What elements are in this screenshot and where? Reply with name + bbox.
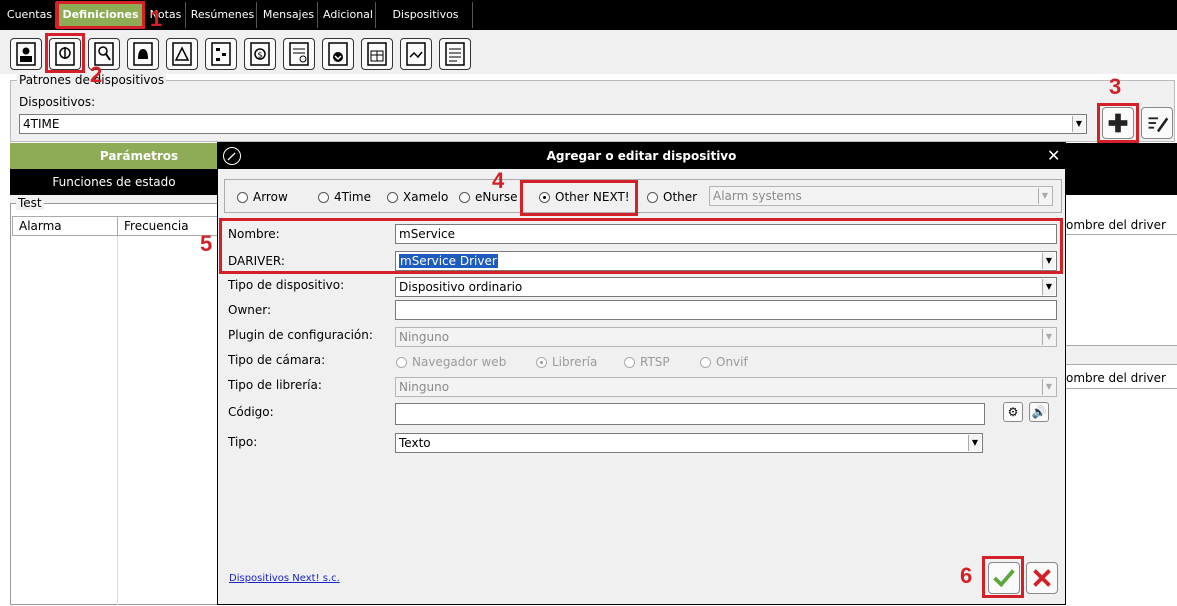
plugin-select[interactable]: Ninguno ▼ [395,327,1057,347]
col-driver-name-2[interactable]: ombre del driver [1066,371,1166,385]
tipo-label: Tipo: [228,435,258,449]
chevron-down-icon: ▼ [1038,188,1051,204]
tab-cuentas[interactable]: Cuentas [4,2,56,28]
zone-icon[interactable] [166,38,198,70]
chevron-down-icon: ▼ [1042,379,1055,395]
grid-line [1064,388,1177,389]
annotation-6: 6 [960,563,973,588]
devices-select[interactable]: 4TIME ▼ [19,114,1087,134]
report-icon[interactable] [283,38,315,70]
edit-device-button[interactable] [1141,107,1173,139]
divider [1064,345,1177,365]
libreria-label: Tipo de librería: [228,378,322,392]
camara-label: Tipo de cámara: [228,353,326,367]
grid-line [117,236,118,606]
test-group-title: Test [16,196,44,210]
annotation-box-4 [520,180,638,216]
annotation-1: 1 [150,6,163,31]
footer-link[interactable]: Dispositivos Next! s.c. [229,573,340,584]
edit-icon [1148,117,1169,133]
right-panel-header [1064,143,1177,195]
owner-label: Owner: [228,303,272,317]
annotation-box-1 [56,1,145,29]
map-icon[interactable] [400,38,432,70]
radio-arrow[interactable]: Arrow [237,190,288,204]
radio-other[interactable]: Other [647,190,697,204]
devices-label: Dispositivos: [19,95,96,109]
chevron-down-icon: ▼ [968,435,981,451]
calculator-icon[interactable] [361,38,393,70]
annotation-box-6 [982,556,1024,598]
test-grid: Alarma Frecuencia [10,203,219,606]
close-icon[interactable]: ✕ [1047,146,1060,165]
tipo-dispositivo-label: Tipo de dispositivo: [228,278,345,292]
annotation-box-5 [219,218,1063,274]
download-icon[interactable] [322,38,354,70]
svg-text:$: $ [258,51,263,60]
grid-line [1064,234,1177,235]
tab-resumenes[interactable]: Resúmenes [189,2,257,28]
annotation-box-3 [1097,103,1139,143]
radio-libreria[interactable]: Librería [536,355,597,369]
contacts-icon[interactable] [10,38,42,70]
tab-adicional[interactable]: Adicional [321,2,376,28]
tipo-dispositivo-select[interactable]: Dispositivo ordinario ▼ [395,277,1057,297]
speaker-icon[interactable]: 🔊 [1029,402,1049,422]
tab-mensajes[interactable]: Mensajes [260,2,318,28]
billing-icon[interactable]: $ [244,38,276,70]
dialog-title: Agregar o editar dispositivo [218,143,1065,169]
tipo-select[interactable]: Texto ▼ [395,433,983,453]
funciones-estado-tab[interactable]: Funciones de estado [10,169,218,195]
device-type-radios: Arrow 4Time Xamelo eNurse Other NEXT! Ot… [224,179,1062,213]
chevron-down-icon: ▼ [1072,116,1085,132]
annotation-5: 5 [200,231,213,256]
libreria-select[interactable]: Ninguno ▼ [395,377,1057,397]
gear-icon[interactable]: ⚙ [1003,402,1023,422]
cancel-button[interactable] [1026,562,1058,594]
radio-navegador-web[interactable]: Navegador web [396,355,506,369]
radio-rtsp[interactable]: RTSP [624,355,670,369]
schedule-icon[interactable] [205,38,237,70]
close-icon [1033,569,1051,587]
other-type-select[interactable]: Alarm systems ▼ [709,186,1053,206]
annotation-3: 3 [1109,74,1122,99]
annotation-box-2 [45,33,85,73]
radio-enurse[interactable]: eNurse [459,190,518,204]
radio-xamelo[interactable]: Xamelo [387,190,448,204]
col-alarma[interactable]: Alarma [12,216,118,236]
radio-4time[interactable]: 4Time [318,190,371,204]
annotation-4: 4 [492,168,505,193]
chevron-down-icon: ▼ [1042,279,1055,295]
codigo-input[interactable] [395,403,985,425]
pen-icon [223,147,241,165]
document-icon[interactable] [439,38,471,70]
annotation-2: 2 [90,62,103,87]
col-driver-name[interactable]: ombre del driver [1066,218,1166,232]
codigo-label: Código: [228,405,274,419]
plugin-label: Plugin de configuración: [228,328,373,342]
main-tab-bar: Cuentas Definiciones Notas Resúmenes Men… [0,0,1177,47]
devices-select-value: 4TIME [23,117,60,131]
owner-input[interactable] [395,300,1057,320]
right-grid [1064,210,1177,605]
chevron-down-icon: ▼ [1042,329,1055,345]
tab-dispositivos-next[interactable]: Dispositivos Next [379,2,473,47]
alarm-bell-icon[interactable] [127,38,159,70]
radio-onvif[interactable]: Onvif [700,355,748,369]
device-dialog: Agregar o editar dispositivo ✕ Arrow 4Ti… [217,142,1066,605]
